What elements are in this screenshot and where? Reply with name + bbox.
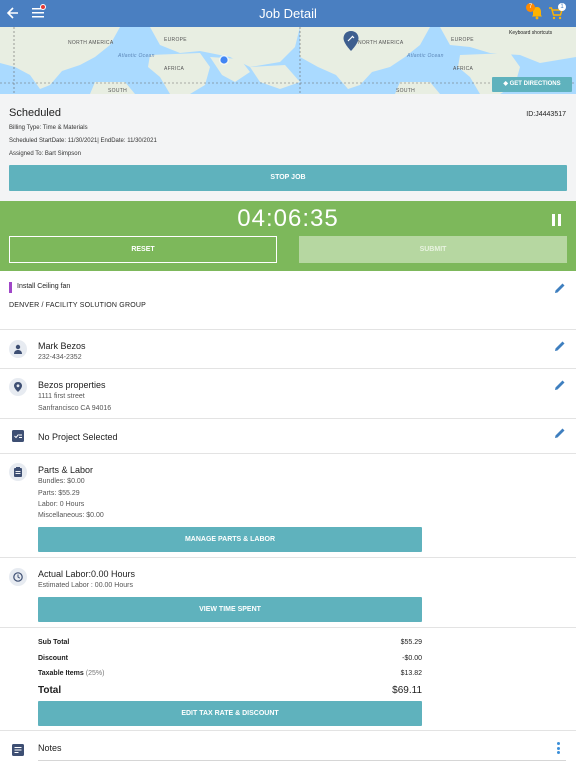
job-timer-panel: 04:06:35 RESET SUBMIT: [0, 201, 576, 271]
edit-project-icon[interactable]: [554, 427, 566, 439]
location-city: Sanfrancisco CA 94016: [38, 405, 112, 412]
view-time-spent-button[interactable]: VIEW TIME SPENT: [38, 597, 422, 622]
map-pin-icon[interactable]: [343, 31, 359, 51]
taxable-percent: (25%): [85, 670, 105, 677]
contact-name: Mark Bezos: [38, 341, 86, 351]
total-label: Total: [38, 685, 62, 696]
map-label-africa: AFRICA: [164, 66, 185, 72]
parts-misc: Miscellaneous: $0.00: [38, 512, 104, 519]
discount-label: Discount: [38, 655, 68, 662]
location-name: Bezos properties: [38, 380, 106, 390]
edit-tax-discount-button[interactable]: EDIT TAX RATE & DISCOUNT: [38, 701, 422, 726]
task-color-bar: [9, 282, 12, 293]
location-pin-icon: [14, 382, 22, 392]
assigned-to: Assigned To: Bart Simpson: [9, 151, 81, 157]
task-section: [0, 271, 576, 330]
get-directions-label: GET DIRECTIONS: [509, 81, 561, 87]
notes-label: Notes: [38, 743, 62, 753]
estimated-labor: Estimated Labor : 00.00 Hours: [38, 582, 133, 589]
parts-title: Parts & Labor: [38, 465, 94, 475]
stop-job-button[interactable]: STOP JOB: [9, 165, 567, 191]
actual-labor: Actual Labor:0.00 Hours: [38, 569, 136, 579]
task-organization: DENVER / FACILITY SOLUTION GROUP: [9, 302, 146, 309]
contact-section: [0, 330, 576, 369]
discount-value: -$0.00: [402, 655, 422, 662]
project-label: No Project Selected: [38, 432, 118, 442]
edit-contact-icon[interactable]: [554, 340, 566, 352]
project-icon: [12, 430, 24, 442]
parts-bundles: Bundles: $0.00: [38, 478, 85, 485]
keyboard-shortcuts-link[interactable]: Keyboard shortcuts: [509, 30, 552, 36]
parts-parts: Parts: $55.29: [38, 490, 80, 497]
subtotal-value: $55.29: [400, 639, 422, 646]
contact-avatar: [9, 340, 27, 358]
person-icon: [14, 344, 22, 354]
map-label-europe-right: EUROPE: [451, 37, 474, 43]
taxable-value: $13.82: [400, 670, 422, 677]
billing-type: Billing Type: Time & Materials: [9, 125, 88, 131]
taxable-label: Taxable Items (25%): [38, 670, 104, 677]
labor-avatar: [9, 568, 27, 586]
edit-location-icon[interactable]: [554, 379, 566, 391]
timer-display: 04:06:35: [237, 205, 339, 232]
reset-button[interactable]: RESET: [9, 236, 277, 263]
job-location-map[interactable]: NORTH AMERICA EUROPE Atlantic Ocean AFRI…: [0, 27, 576, 94]
project-avatar: [9, 427, 27, 445]
notes-icon: [12, 744, 24, 756]
contact-phone[interactable]: 232-434-2352: [38, 354, 82, 361]
location-street: 1111 first street: [38, 393, 85, 400]
map-land-shapes: [0, 27, 576, 94]
job-status: Scheduled: [9, 107, 61, 119]
map-label-europe: EUROPE: [164, 37, 187, 43]
map-label-atlantic-right: Atlantic Ocean: [407, 53, 444, 59]
parts-avatar: [9, 463, 27, 481]
map-label-atlantic: Atlantic Ocean: [118, 53, 155, 59]
manage-parts-labor-button[interactable]: MANAGE PARTS & LABOR: [38, 527, 422, 552]
task-title: Install Ceiling fan: [17, 283, 71, 290]
notes-divider: [38, 760, 566, 761]
page-title: Job Detail: [259, 6, 317, 21]
edit-task-icon[interactable]: [554, 282, 566, 294]
pause-icon[interactable]: [551, 214, 562, 226]
map-label-africa-right: AFRICA: [453, 66, 474, 72]
taxable-label-text: Taxable Items: [38, 670, 84, 677]
location-avatar: [9, 378, 27, 396]
submit-button[interactable]: SUBMIT: [299, 236, 567, 263]
parts-labor: Labor: 0 Hours: [38, 501, 85, 508]
scheduled-dates: Scheduled StartDate: 11/30/2021| EndDate…: [9, 138, 157, 144]
notes-avatar: [9, 741, 27, 759]
notification-badge: 7: [526, 3, 535, 12]
job-id: ID:J4443517: [526, 111, 566, 118]
cart-badge: 1: [558, 3, 566, 11]
map-label-north-america: NORTH AMERICA: [68, 40, 114, 46]
app-header: Job Detail 7 1: [0, 0, 576, 27]
clipboard-icon: [14, 467, 22, 477]
total-value: $69.11: [392, 685, 422, 696]
notes-section: [0, 731, 576, 768]
subtotal-label: Sub Total: [38, 639, 70, 646]
clock-icon: [13, 572, 23, 582]
more-options-icon[interactable]: [557, 742, 561, 754]
map-label-north-america-right: NORTH AMERICA: [358, 40, 404, 46]
get-directions-button[interactable]: ◆ GET DIRECTIONS: [492, 77, 572, 92]
